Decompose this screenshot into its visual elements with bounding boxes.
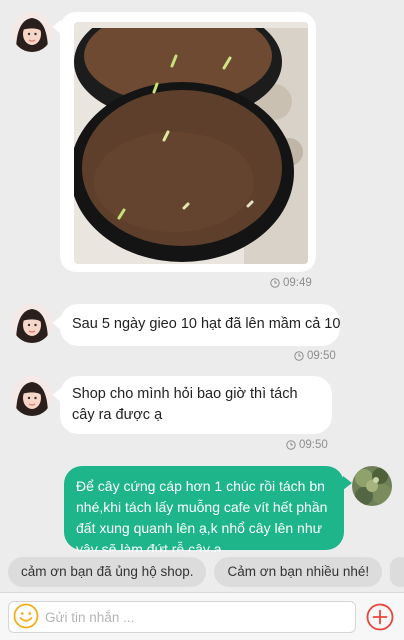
message-time: 09:50: [294, 350, 336, 362]
message-bubble[interactable]: Sau 5 ngày gieo 10 hạt đã lên mầm cả 10: [60, 304, 340, 346]
reply-text: Để cây cứng cáp hơn 1 chúc rồi tách bn n…: [76, 478, 328, 552]
quick-replies-bar[interactable]: cảm ơn bạn đã ủng hộ shop. Cảm ơn bạn nh…: [0, 552, 404, 592]
message-time: 09:49: [270, 277, 312, 289]
message-time: 09:50: [286, 439, 328, 451]
clock-icon: [294, 351, 304, 361]
chat-thread[interactable]: 09:49 Sau 5 ngày gieo 10 hạt đã lên mầm …: [0, 0, 404, 552]
customer-avatar[interactable]: [12, 303, 52, 343]
plus-circle-icon[interactable]: [366, 603, 394, 631]
message-input[interactable]: [8, 601, 356, 633]
quick-reply-chip[interactable]: Cảm ơn bạn nhiều nhé!: [214, 557, 383, 587]
message-text: Shop cho mình hỏi bao giờ thì tách cây r…: [72, 386, 298, 423]
message-input-bar: [0, 592, 404, 640]
shop-avatar[interactable]: [352, 466, 392, 506]
quick-reply-chip-overflow[interactable]: [390, 557, 404, 587]
smiley-icon[interactable]: [13, 603, 39, 629]
seedling-photo[interactable]: [74, 22, 308, 264]
message-text: Sau 5 ngày gieo 10 hạt đã lên mầm cả 10: [72, 316, 341, 332]
clock-icon: [286, 440, 296, 450]
customer-avatar[interactable]: [12, 376, 52, 416]
clock-icon: [270, 278, 280, 288]
message-bubble[interactable]: Shop cho mình hỏi bao giờ thì tách cây r…: [60, 376, 332, 434]
image-message[interactable]: [60, 12, 316, 272]
customer-avatar[interactable]: [12, 12, 52, 52]
quick-reply-chip[interactable]: cảm ơn bạn đã ủng hộ shop.: [8, 557, 207, 587]
reply-bubble[interactable]: Để cây cứng cáp hơn 1 chúc rồi tách bn n…: [64, 466, 344, 552]
